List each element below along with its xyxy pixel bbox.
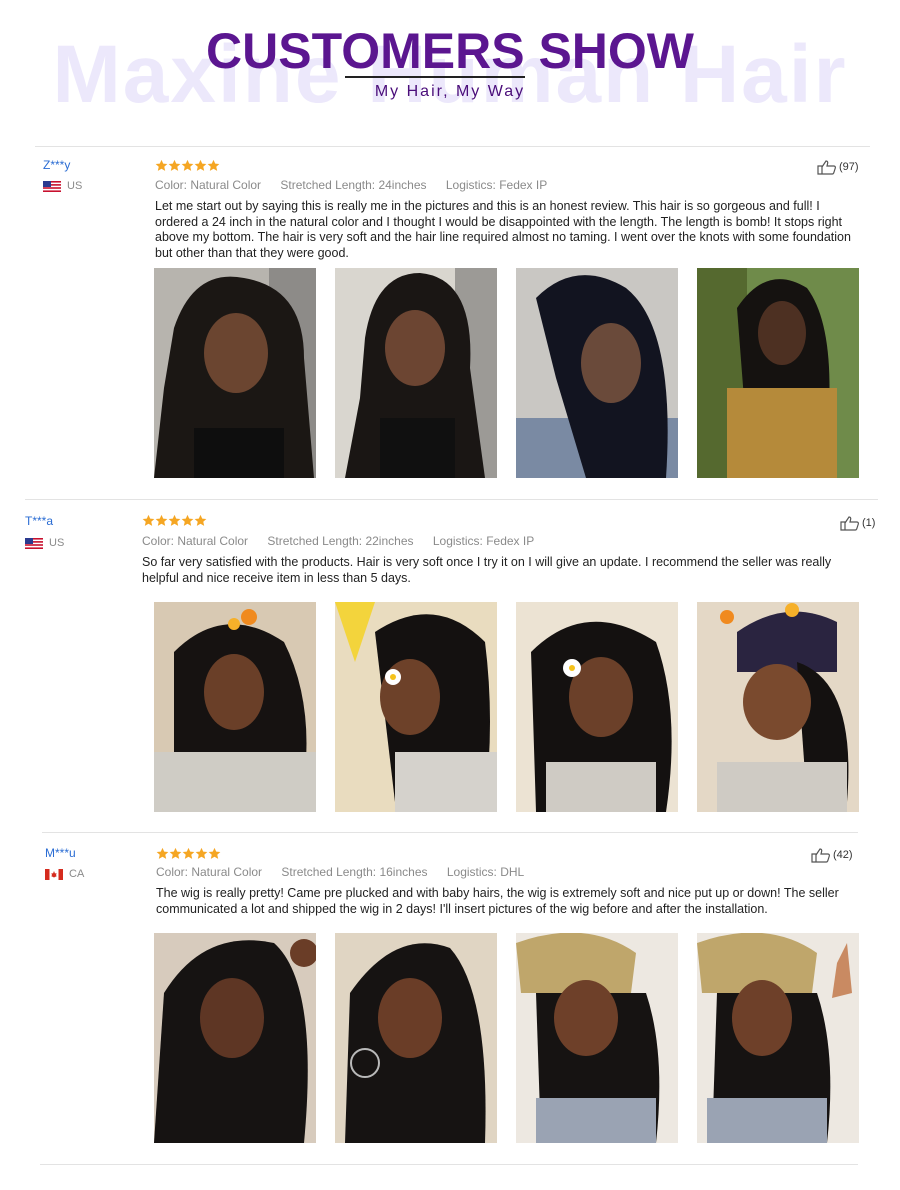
reviewer-name[interactable]: T***a bbox=[25, 514, 53, 528]
attribute-length: Stretched Length: 24inches bbox=[280, 178, 427, 192]
star-icon bbox=[168, 159, 181, 171]
customer-photo-image bbox=[154, 933, 316, 1143]
review-attributes: Color: Natural Color Stretched Length: 2… bbox=[142, 534, 550, 548]
customer-photo-image bbox=[516, 268, 678, 478]
attribute-color: Color: Natural Color bbox=[142, 534, 249, 548]
attribute-length: Stretched Length: 16inches bbox=[281, 865, 428, 879]
customer-photo-image bbox=[335, 933, 497, 1143]
helpful-button[interactable]: (42) bbox=[811, 847, 853, 863]
us-flag-icon bbox=[25, 537, 43, 549]
star-icon bbox=[156, 847, 169, 859]
thumbs-up-icon bbox=[817, 160, 836, 175]
attribute-logistics: Logistics: Fedex IP bbox=[432, 534, 535, 548]
star-icon bbox=[195, 847, 208, 859]
customer-photo[interactable] bbox=[154, 268, 316, 478]
star-icon bbox=[182, 847, 195, 859]
attribute-color: Color: Natural Color bbox=[156, 865, 263, 879]
customer-photo-image bbox=[154, 602, 316, 812]
likes-count: (1) bbox=[862, 517, 876, 529]
review-divider bbox=[35, 146, 870, 147]
customer-photo-image bbox=[697, 268, 859, 478]
star-icon bbox=[194, 514, 207, 526]
likes-count: (97) bbox=[839, 161, 859, 173]
review-attributes: Color: Natural Color Stretched Length: 1… bbox=[156, 865, 540, 879]
helpful-button[interactable]: (97) bbox=[817, 159, 859, 175]
attribute-length: Stretched Length: 22inches bbox=[267, 534, 414, 548]
bottom-divider bbox=[40, 1164, 858, 1165]
customer-photo-image bbox=[335, 602, 497, 812]
customer-photo[interactable] bbox=[154, 933, 316, 1143]
star-icon bbox=[181, 514, 194, 526]
customer-photo[interactable] bbox=[335, 268, 497, 478]
country-code: CA bbox=[69, 868, 85, 880]
customer-photo[interactable] bbox=[697, 933, 859, 1143]
review-photos bbox=[154, 933, 859, 1143]
star-icon bbox=[207, 159, 220, 171]
title-divider bbox=[345, 76, 525, 78]
rating-stars bbox=[142, 514, 207, 527]
page-header: Maxine Human Hair CUSTOMERS SHOW My Hair… bbox=[0, 0, 900, 140]
review-text: So far very satisfied with the products.… bbox=[142, 555, 832, 585]
customer-photo-image bbox=[697, 602, 859, 812]
star-icon bbox=[169, 847, 182, 859]
customer-photo[interactable] bbox=[516, 602, 678, 812]
review-divider bbox=[42, 832, 858, 833]
page-subtitle: My Hair, My Way bbox=[374, 83, 526, 100]
reviewer-name[interactable]: Z***y bbox=[43, 158, 70, 172]
star-icon bbox=[168, 514, 181, 526]
star-icon bbox=[155, 159, 168, 171]
reviewer-country: CA bbox=[45, 868, 84, 880]
thumbs-up-icon bbox=[811, 848, 830, 863]
customer-photo-image bbox=[516, 602, 678, 812]
customer-photo[interactable] bbox=[335, 602, 497, 812]
customer-photo[interactable] bbox=[516, 933, 678, 1143]
review-text: The wig is really pretty! Came pre pluck… bbox=[156, 886, 839, 916]
thumbs-up-icon bbox=[840, 516, 859, 531]
star-icon bbox=[208, 847, 221, 859]
reviewer-name[interactable]: M***u bbox=[45, 846, 76, 860]
rating-stars bbox=[155, 159, 220, 172]
customer-photo[interactable] bbox=[154, 602, 316, 812]
star-icon bbox=[155, 514, 168, 526]
country-code: US bbox=[49, 537, 65, 549]
customer-photo-image bbox=[154, 268, 316, 478]
customer-photo[interactable] bbox=[516, 268, 678, 478]
attribute-logistics: Logistics: DHL bbox=[446, 865, 525, 879]
review-photos bbox=[154, 268, 859, 478]
likes-count: (42) bbox=[833, 849, 853, 861]
rating-stars bbox=[156, 847, 221, 860]
helpful-button[interactable]: (1) bbox=[840, 515, 875, 531]
ca-flag-icon bbox=[45, 868, 63, 880]
review-divider bbox=[25, 499, 878, 500]
star-icon bbox=[194, 159, 207, 171]
review-text: Let me start out by saying this is reall… bbox=[155, 199, 851, 260]
reviewer-country: US bbox=[43, 180, 82, 192]
review-attributes: Color: Natural Color Stretched Length: 2… bbox=[155, 178, 563, 192]
country-code: US bbox=[67, 180, 83, 192]
customer-photo-image bbox=[516, 933, 678, 1143]
star-icon bbox=[181, 159, 194, 171]
page-title: CUSTOMERS SHOW bbox=[206, 23, 694, 79]
review-photos bbox=[154, 602, 859, 812]
reviewer-country: US bbox=[25, 537, 64, 549]
customer-photo[interactable] bbox=[335, 933, 497, 1143]
customer-photo-image bbox=[697, 933, 859, 1143]
star-icon bbox=[142, 514, 155, 526]
attribute-logistics: Logistics: Fedex IP bbox=[445, 178, 548, 192]
customer-photo[interactable] bbox=[697, 602, 859, 812]
us-flag-icon bbox=[43, 180, 61, 192]
attribute-color: Color: Natural Color bbox=[155, 178, 262, 192]
customer-photo[interactable] bbox=[697, 268, 859, 478]
customer-photo-image bbox=[335, 268, 497, 478]
